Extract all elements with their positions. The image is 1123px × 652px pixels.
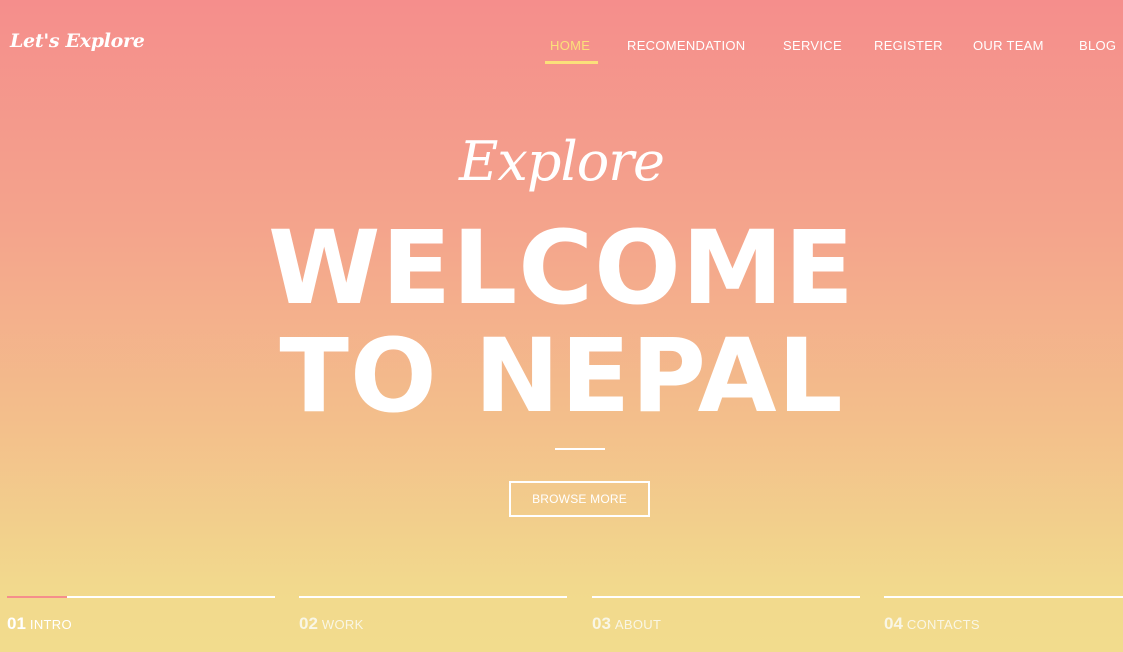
nav-item-register[interactable]: REGISTER bbox=[874, 38, 943, 53]
browse-more-button[interactable]: BROWSE MORE bbox=[509, 481, 650, 517]
nav-item-blog[interactable]: BLOG bbox=[1079, 38, 1116, 53]
section-tab-intro[interactable]: 01 INTRO bbox=[7, 596, 275, 652]
section-number: 02 bbox=[299, 614, 318, 633]
nav-item-recomendation[interactable]: RECOMENDATION bbox=[627, 38, 746, 53]
section-label: WORK bbox=[321, 617, 364, 632]
section-tab-about[interactable]: 03 ABOUT bbox=[592, 596, 860, 652]
section-line bbox=[299, 596, 567, 598]
section-label: INTRO bbox=[29, 617, 72, 632]
section-tab-contacts[interactable]: 04 CONTACTS bbox=[884, 596, 1123, 652]
nav-item-home[interactable]: HOME bbox=[550, 38, 590, 53]
section-number: 03 bbox=[592, 614, 611, 633]
section-label: CONTACTS bbox=[906, 617, 980, 632]
section-label: ABOUT bbox=[614, 617, 662, 632]
section-tab-work[interactable]: 02 WORK bbox=[299, 596, 567, 652]
section-nav: 01 INTRO 02 WORK 03 ABOUT 04 CONTACTS bbox=[0, 596, 1123, 652]
section-progress-bar bbox=[7, 596, 67, 598]
nav-item-our-team[interactable]: OUR TEAM bbox=[973, 38, 1044, 53]
active-nav-indicator bbox=[545, 61, 598, 64]
section-line bbox=[592, 596, 860, 598]
section-number: 01 bbox=[7, 614, 26, 633]
nav-item-service[interactable]: SERVICE bbox=[783, 38, 842, 53]
hero-script-title: Explore bbox=[459, 130, 665, 193]
hero-divider bbox=[555, 448, 605, 450]
hero-page: Let's Explore HOME RECOMENDATION SERVICE… bbox=[0, 0, 1123, 652]
hero-headline-line2: TO NEPAL bbox=[279, 317, 844, 436]
section-number: 04 bbox=[884, 614, 903, 633]
hero-headline-line1: WELCOME bbox=[268, 209, 855, 328]
section-line bbox=[884, 596, 1123, 598]
